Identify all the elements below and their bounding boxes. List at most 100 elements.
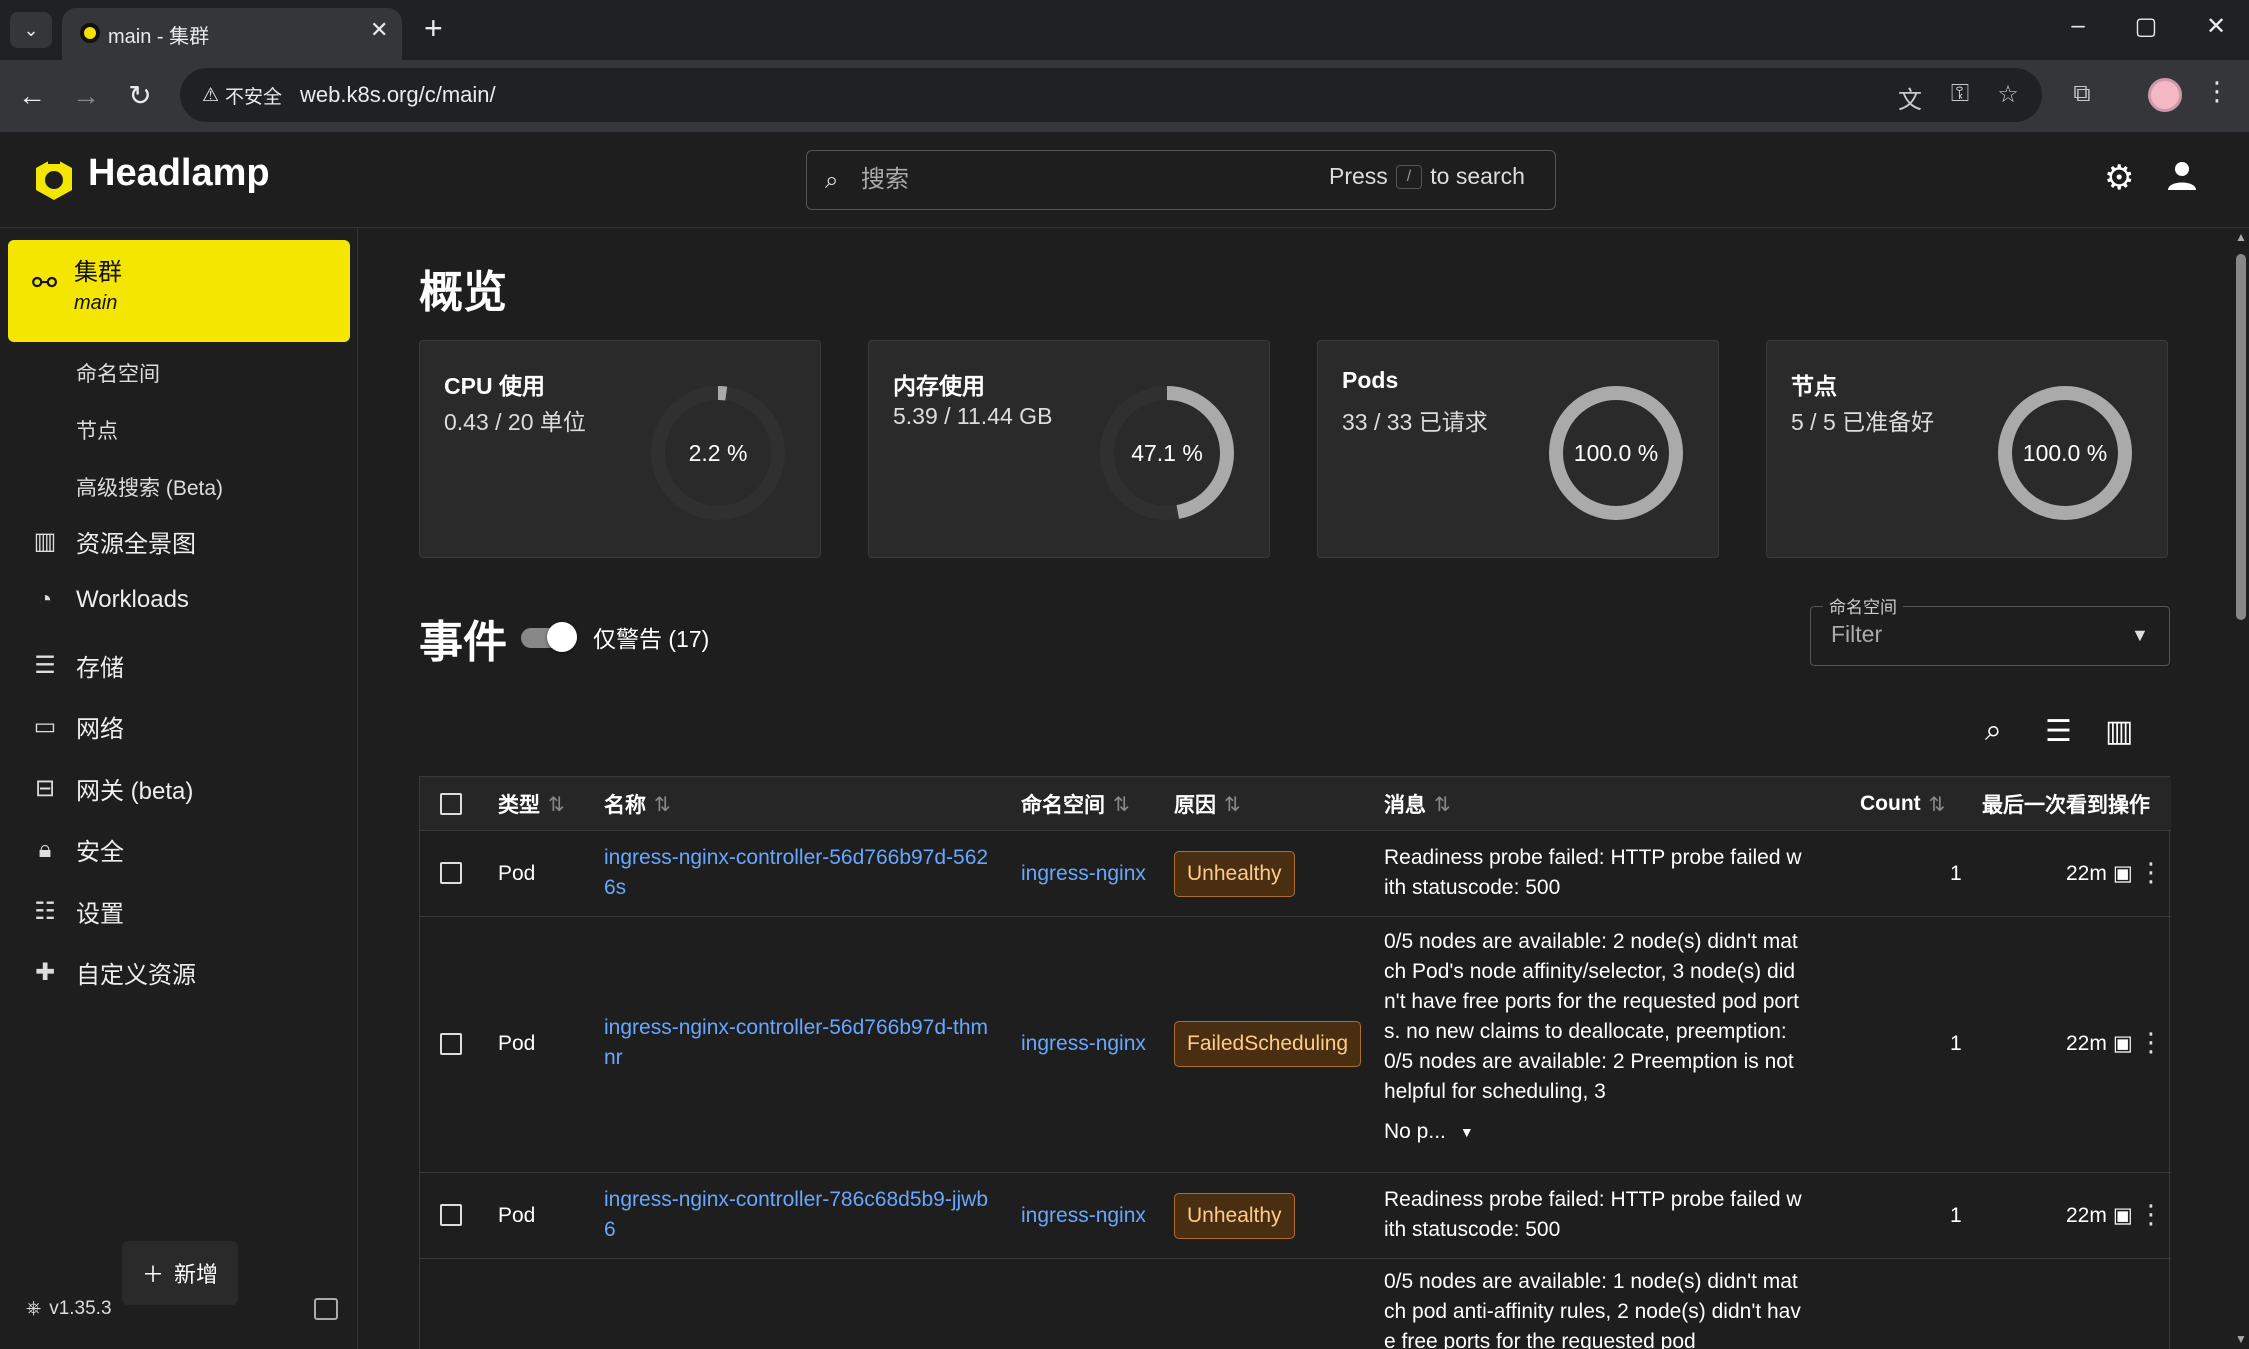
pie-chart-icon: ◔ — [37, 586, 53, 613]
table-row: Pod ingress-nginx-controller-56d766b97d-… — [420, 917, 2171, 1173]
warnings-only-label: 仅警告 (17) — [593, 626, 710, 652]
caret-down-icon: ▼ — [1459, 1124, 1474, 1140]
sidebar-item-settings[interactable]: ☷ 设置 — [30, 894, 124, 929]
star-icon[interactable]: ☆ — [1992, 80, 2024, 109]
sidebar-item-security[interactable]: 🔒︎ 安全 — [30, 832, 124, 867]
namespace-filter-label: 命名空间 — [1823, 593, 1903, 618]
window-close-icon[interactable]: ✕ — [2196, 12, 2236, 41]
sidebar-subitem-nodes[interactable]: 节点 — [76, 415, 118, 445]
extensions-icon[interactable]: ⧉ — [2066, 80, 2098, 108]
nodes-card: 节点 5 / 5 已准备好 100.0 % — [1766, 340, 2168, 558]
sort-icon[interactable]: ⇅ — [1929, 792, 1946, 817]
row-actions-icon[interactable]: ⋮ — [2138, 857, 2164, 888]
back-icon[interactable]: ← — [12, 76, 52, 116]
global-search[interactable]: ⌕ Press / to search — [806, 150, 1556, 210]
sort-icon[interactable]: ⇅ — [1434, 792, 1451, 817]
sidebar-subitem-advanced-search[interactable]: 高级搜索 (Beta) — [76, 472, 223, 502]
row-checkbox[interactable] — [440, 862, 462, 884]
network-icon: ▭ — [33, 713, 57, 740]
sidebar-subitem-namespaces[interactable]: 命名空间 — [76, 358, 160, 388]
message-expand[interactable]: No p... ▼ — [1384, 1117, 1474, 1147]
scrollbar-thumb[interactable] — [2236, 254, 2246, 620]
reload-icon[interactable]: ↻ — [120, 76, 160, 116]
warnings-only-toggle[interactable] — [521, 620, 579, 652]
column-header-type[interactable]: 类型 ⇅ — [498, 777, 565, 831]
app-name[interactable]: Headlamp — [88, 152, 270, 195]
key-icon[interactable]: ⚿ — [1944, 80, 1976, 108]
more-vert-icon[interactable]: ⋮ — [2204, 76, 2230, 107]
table-filter-icon[interactable]: ☰ — [2045, 714, 2072, 749]
column-header-message[interactable]: 消息 ⇅ — [1384, 777, 1451, 831]
sort-icon[interactable]: ⇅ — [1113, 792, 1130, 817]
address-bar[interactable]: ⚠ 不安全 web.k8s.org/c/main/ 文 ⚿ ☆ — [180, 68, 2042, 122]
sidebar-item-workloads[interactable]: ◔ Workloads — [30, 586, 189, 614]
sidebar-item-map[interactable]: ▥ 资源全景图 — [30, 524, 196, 559]
namespace-filter[interactable]: 命名空间 Filter ▼ — [1810, 593, 2170, 666]
sidebar-item-gateway[interactable]: ⊟ 网关 (beta) — [30, 771, 193, 806]
minimize-icon[interactable]: – — [2058, 12, 2098, 40]
sort-icon[interactable]: ⇅ — [654, 792, 671, 817]
table-columns-icon[interactable]: ▥ — [2105, 714, 2133, 749]
sidebar-item-label: 网络 — [76, 716, 124, 743]
event-object-link[interactable]: ingress-nginx-controller-786c68d5b9-jjwb… — [604, 1185, 994, 1245]
maximize-icon[interactable]: ▢ — [2126, 12, 2166, 41]
search-input[interactable] — [861, 163, 1281, 197]
security-indicator[interactable]: ⚠ 不安全 — [192, 76, 292, 114]
card-value: 0.43 / 20 单位 — [444, 409, 586, 435]
tab-title: main - 集群 — [108, 26, 210, 48]
settings-gear-icon[interactable]: ⚙ — [2104, 158, 2134, 198]
sidebar-item-custom-resources[interactable]: ✚ 自定义资源 — [30, 955, 196, 990]
tab-search-button[interactable]: ⌄ — [10, 12, 52, 48]
sidebar-item-storage[interactable]: ☰ 存储 — [30, 648, 124, 683]
column-label: 类型 — [498, 794, 540, 817]
url-text[interactable]: web.k8s.org/c/main/ — [300, 82, 496, 108]
namespace-link[interactable]: ingress-nginx — [1021, 1201, 1146, 1231]
sort-icon[interactable]: ⇅ — [548, 792, 565, 817]
translate-icon[interactable]: 文 — [1894, 80, 1926, 115]
sidebar: ⚯ 集群 main 命名空间 节点 高级搜索 (Beta) ▥ 资源全景图 ◔ … — [0, 228, 358, 1349]
column-header-namespace[interactable]: 命名空间 ⇅ — [1021, 777, 1130, 831]
select-all-checkbox[interactable] — [440, 793, 462, 815]
card-percent: 100.0 % — [1573, 439, 1659, 466]
row-actions-icon[interactable]: ⋮ — [2138, 1199, 2164, 1230]
sort-icon[interactable]: ⇅ — [1224, 792, 1241, 817]
table-search-icon[interactable]: ⌕ — [1985, 714, 2002, 748]
table-header: 类型 ⇅ 名称 ⇅ 命名空间 ⇅ 原因 ⇅ 消息 ⇅ Count ⇅ 最后一次看到 ↑ 操作 — [420, 777, 2171, 831]
sidebar-item-label: 安全 — [76, 839, 124, 866]
event-type: Pod — [498, 1032, 536, 1055]
row-actions-icon[interactable]: ⋮ — [2138, 1027, 2164, 1058]
version-info[interactable]: ⎈ v1.35.3 — [26, 1298, 112, 1320]
profile-avatar[interactable] — [2148, 78, 2182, 112]
column-header-count[interactable]: Count ⇅ — [1860, 777, 1945, 831]
main-content: 概览 CPU 使用 0.43 / 20 单位 2.2 % 内存使用 5.39 /… — [359, 228, 2249, 1349]
sidebar-item-network[interactable]: ▭ 网络 — [30, 709, 124, 744]
event-object-link[interactable]: ingress-nginx-controller-56d766b97d-thmn… — [604, 1013, 994, 1073]
dropdown-arrow-icon[interactable]: ▼ — [2131, 625, 2149, 646]
memory-usage-card: 内存使用 5.39 / 11.44 GB 47.1 % — [868, 340, 1270, 558]
forward-icon[interactable]: → — [66, 76, 106, 116]
search-hint: Press / to search — [1329, 163, 1525, 190]
browser-tab-active[interactable]: main - 集群 ✕ — [62, 8, 402, 60]
column-header-reason[interactable]: 原因 ⇅ — [1174, 777, 1241, 831]
event-object-link[interactable]: ingress-nginx-controller-56d766b97d-5626… — [604, 843, 994, 903]
column-header-last-seen[interactable]: 最后一次看到 ↑ — [1982, 777, 2126, 831]
namespace-filter-input[interactable]: Filter — [1831, 621, 1882, 648]
main-scrollbar[interactable]: ▲ ▼ — [2233, 228, 2249, 1349]
scroll-up-icon[interactable]: ▲ — [2235, 230, 2247, 244]
user-account-icon[interactable] — [2164, 158, 2200, 194]
last-seen-value: 22m — [2066, 862, 2107, 885]
calendar-icon: ▣ — [2112, 1204, 2133, 1227]
card-value: 33 / 33 已请求 — [1342, 409, 1488, 435]
new-tab-button[interactable]: + — [424, 10, 443, 46]
namespace-link[interactable]: ingress-nginx — [1021, 859, 1146, 889]
app-header: Headlamp ⌕ Press / to search ⚙ — [0, 132, 2249, 228]
collapse-sidebar-icon[interactable] — [314, 1298, 338, 1320]
close-icon[interactable]: ✕ — [370, 17, 388, 43]
scroll-down-icon[interactable]: ▼ — [2235, 1332, 2247, 1346]
sidebar-item-cluster[interactable]: ⚯ 集群 main — [8, 240, 350, 342]
row-checkbox[interactable] — [440, 1204, 462, 1226]
row-checkbox[interactable] — [440, 1033, 462, 1055]
namespace-link[interactable]: ingress-nginx — [1021, 1029, 1146, 1059]
add-button[interactable]: ＋ 新增 — [122, 1241, 238, 1305]
column-header-name[interactable]: 名称 ⇅ — [604, 777, 671, 831]
